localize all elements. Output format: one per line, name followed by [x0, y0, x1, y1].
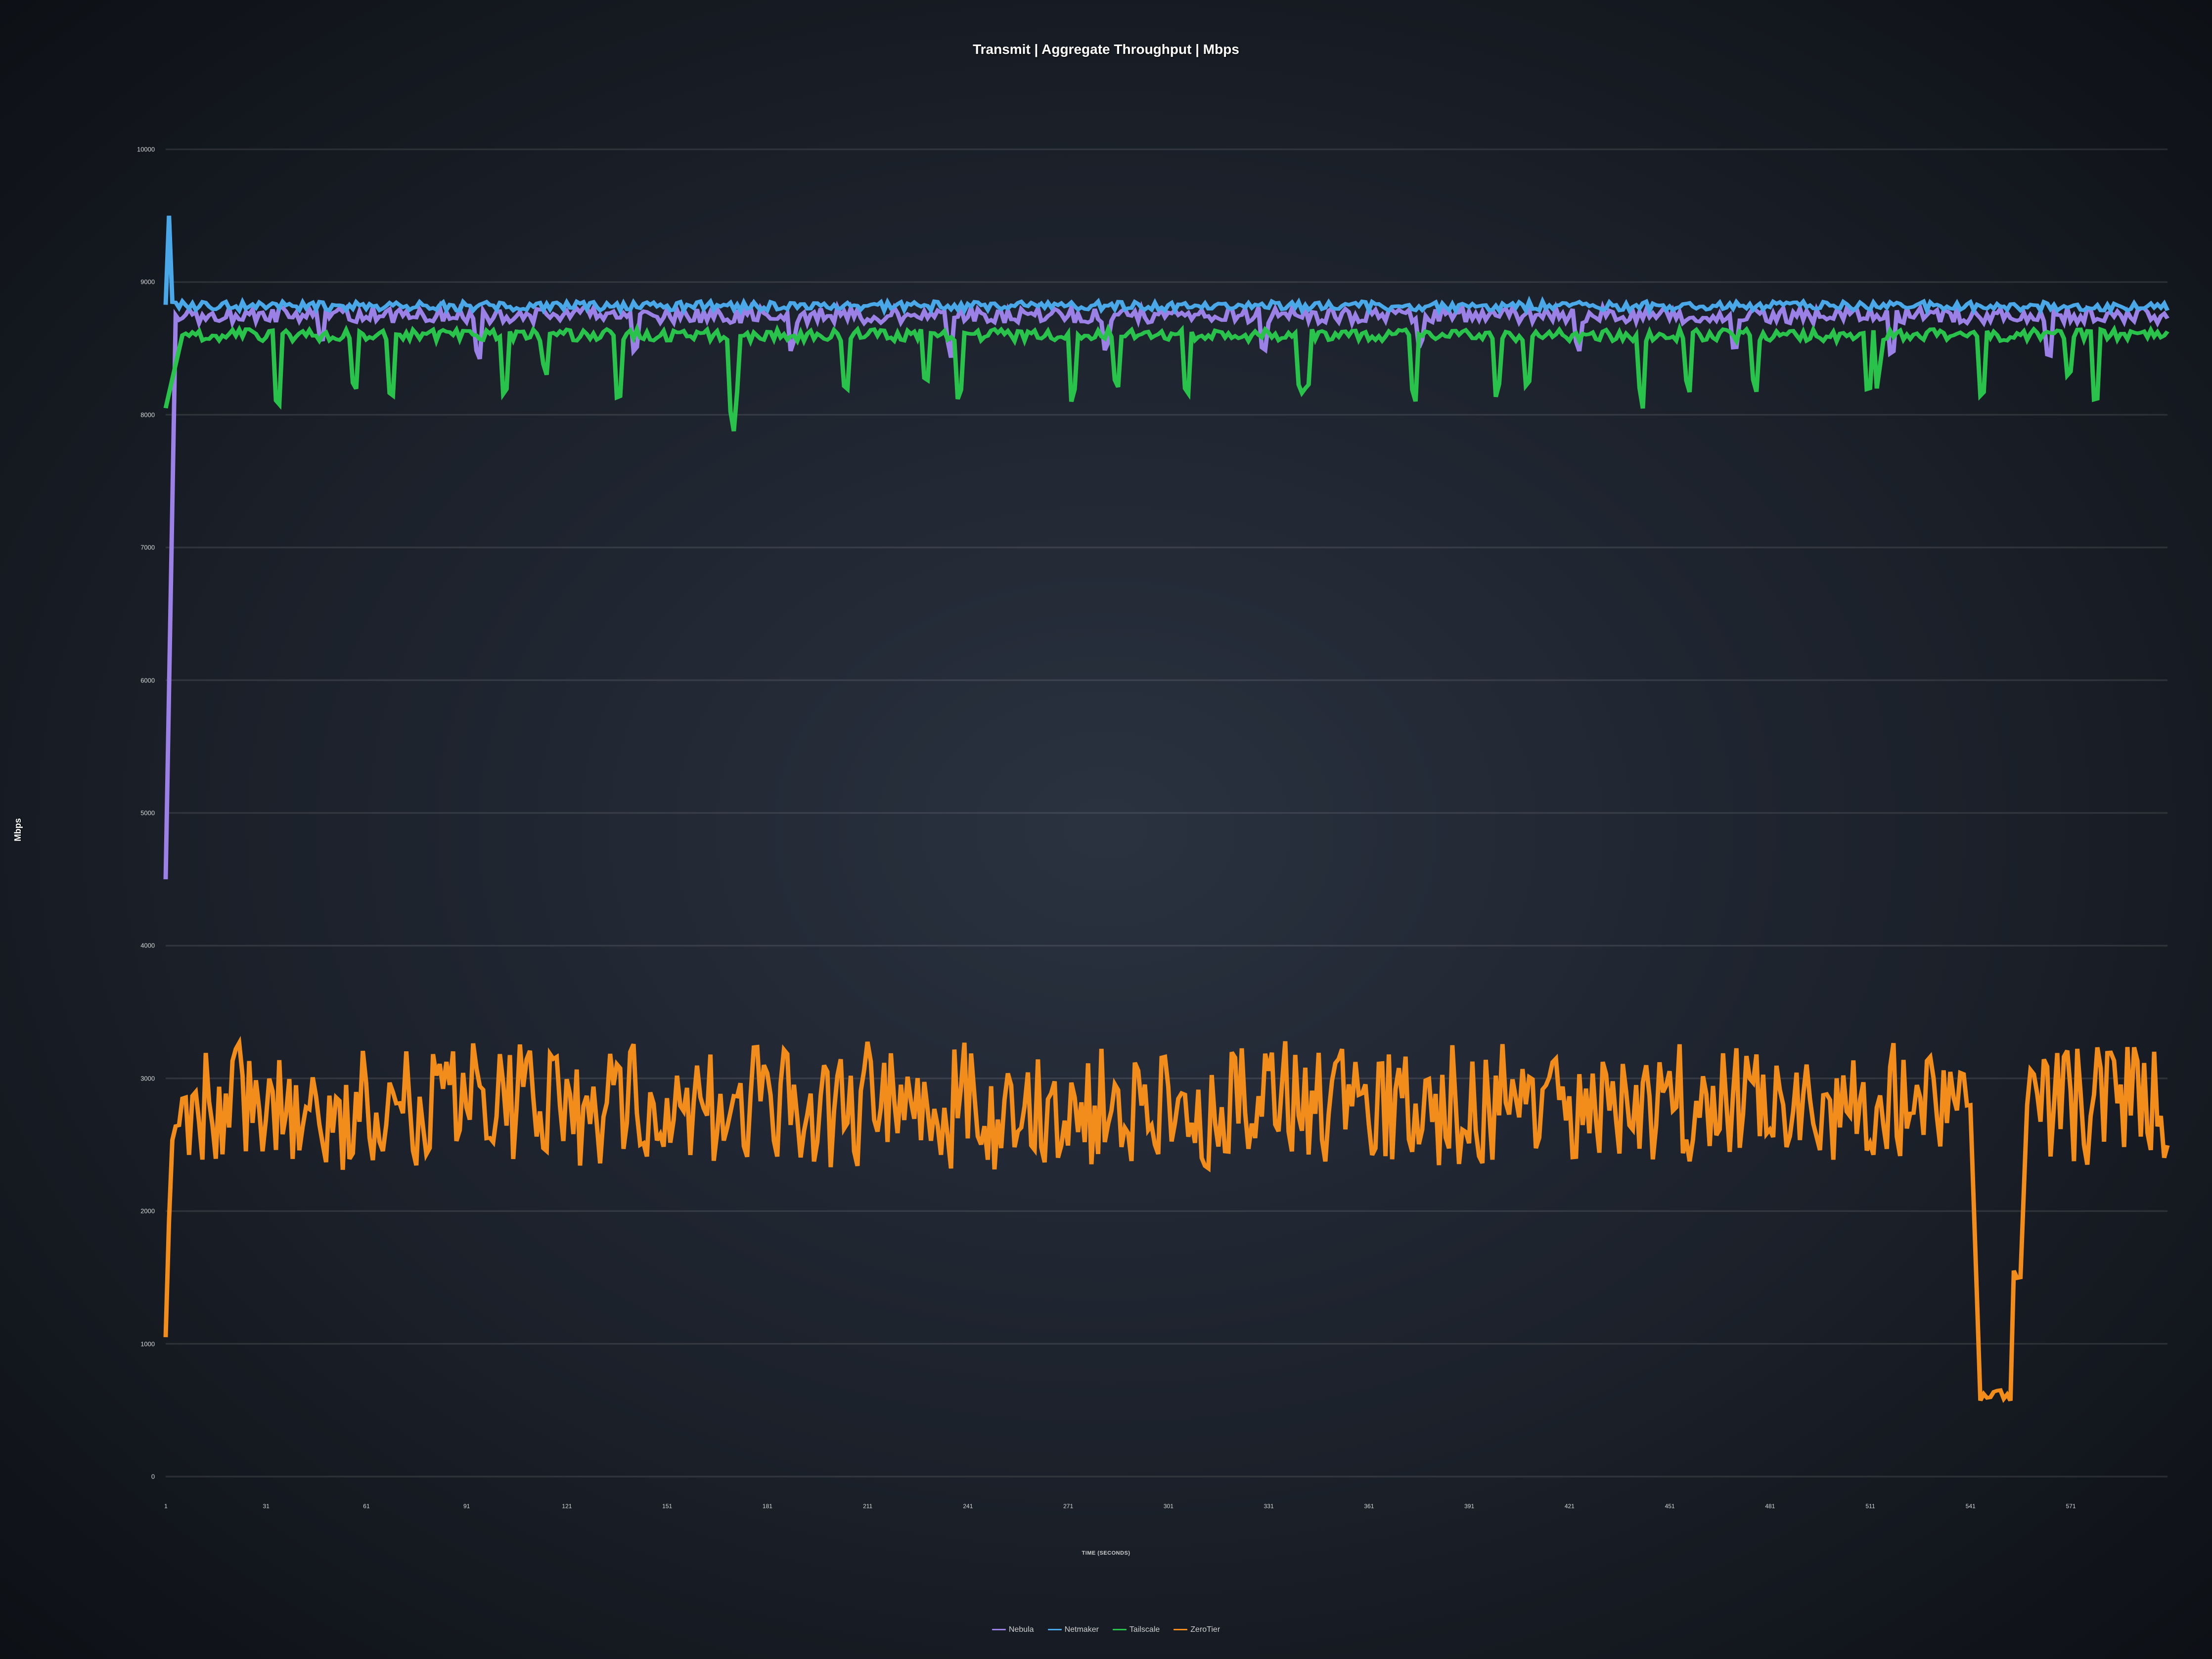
legend-label: Netmaker	[1065, 1625, 1099, 1634]
x-tick-label: 481	[1765, 1503, 1775, 1510]
chart-title: Transmit | Aggregate Throughput | Mbps	[0, 42, 2212, 57]
legend-item-tailscale: Tailscale	[1113, 1625, 1160, 1634]
x-tick-label: 1	[164, 1503, 168, 1510]
plot-area	[166, 149, 2167, 1477]
y-tick-label: 7000	[130, 544, 155, 551]
chart-container: Transmit | Aggregate Throughput | Mbps M…	[0, 0, 2212, 1659]
legend-swatch-icon	[1174, 1629, 1187, 1630]
y-tick-label: 5000	[130, 809, 155, 816]
x-tick-label: 121	[562, 1503, 572, 1510]
x-tick-label: 241	[963, 1503, 973, 1510]
x-tick-label: 181	[763, 1503, 772, 1510]
series-nebula	[166, 308, 2167, 880]
x-axis-label: TIME (SECONDS)	[0, 1550, 2212, 1556]
x-tick-label: 301	[1164, 1503, 1174, 1510]
x-tick-label: 151	[662, 1503, 672, 1510]
legend-item-zerotier: ZeroTier	[1174, 1625, 1220, 1634]
legend-label: Tailscale	[1129, 1625, 1160, 1634]
x-tick-label: 211	[863, 1503, 872, 1510]
x-tick-label: 391	[1464, 1503, 1474, 1510]
x-tick-label: 571	[2066, 1503, 2076, 1510]
y-axis-label: Mbps	[13, 818, 23, 841]
x-tick-label: 511	[1865, 1503, 1875, 1510]
y-tick-label: 1000	[130, 1340, 155, 1347]
x-tick-label: 421	[1565, 1503, 1575, 1510]
y-tick-label: 6000	[130, 676, 155, 684]
y-tick-label: 8000	[130, 411, 155, 418]
y-tick-label: 9000	[130, 278, 155, 286]
gridlines	[166, 149, 2167, 1477]
y-tick-label: 0	[130, 1473, 155, 1480]
x-tick-label: 451	[1665, 1503, 1675, 1510]
series-zerotier	[166, 1041, 2167, 1401]
x-tick-label: 31	[263, 1503, 270, 1510]
series-tailscale	[166, 329, 2167, 431]
plot-svg	[166, 149, 2167, 1477]
legend-item-nebula: Nebula	[992, 1625, 1034, 1634]
x-tick-label: 271	[1063, 1503, 1073, 1510]
y-tick-label: 4000	[130, 942, 155, 949]
x-tick-label: 91	[463, 1503, 470, 1510]
y-tick-label: 10000	[130, 145, 155, 153]
legend-item-netmaker: Netmaker	[1048, 1625, 1099, 1634]
legend: Nebula Netmaker Tailscale ZeroTier	[0, 1625, 2212, 1634]
series-netmaker	[166, 216, 2167, 311]
x-tick-label: 61	[363, 1503, 369, 1510]
legend-label: Nebula	[1009, 1625, 1034, 1634]
legend-label: ZeroTier	[1190, 1625, 1220, 1634]
legend-swatch-icon	[1048, 1629, 1062, 1630]
y-tick-label: 2000	[130, 1208, 155, 1215]
series-group	[166, 216, 2167, 1400]
x-tick-label: 541	[1966, 1503, 1976, 1510]
legend-swatch-icon	[992, 1629, 1006, 1630]
y-tick-label: 3000	[130, 1075, 155, 1082]
x-tick-label: 361	[1364, 1503, 1374, 1510]
x-tick-label: 331	[1264, 1503, 1274, 1510]
legend-swatch-icon	[1113, 1629, 1127, 1630]
